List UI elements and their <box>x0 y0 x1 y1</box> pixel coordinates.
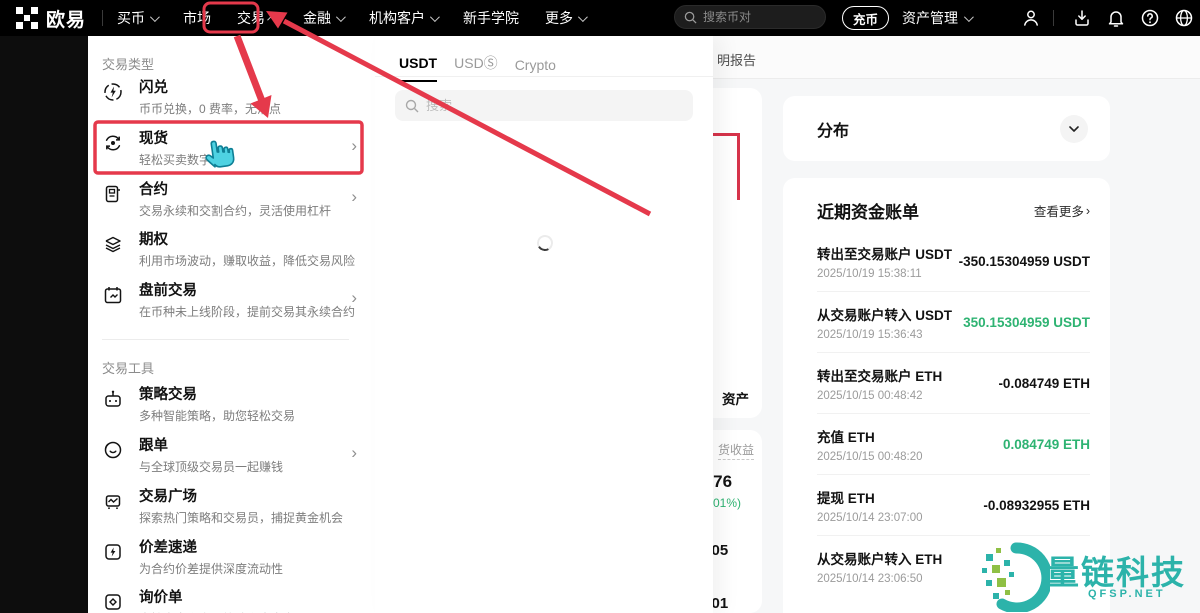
chevron-right-icon: › <box>351 291 357 305</box>
premarket-icon <box>102 284 124 306</box>
panel-search-field[interactable] <box>395 90 693 121</box>
menu-item-flash-swap[interactable]: 闪兑 币币兑换，0 费率，无滑点 <box>102 80 361 117</box>
menu-item-spot[interactable]: 现货 轻松买卖数字货币 › <box>102 131 361 168</box>
nav-divider <box>1053 10 1054 26</box>
nav-item-finance[interactable]: 金融 <box>303 8 343 28</box>
chevron-down-icon <box>1068 123 1080 135</box>
menu-section-title: 交易类型 <box>102 54 154 73</box>
nav-item-academy[interactable]: 新手学院 <box>463 8 519 28</box>
okx-brand[interactable]: 欧易 <box>16 5 86 32</box>
chevron-right-icon: › <box>351 446 357 460</box>
nav-item-trade[interactable]: 交易 <box>237 8 277 28</box>
chevron-down-icon <box>578 12 588 22</box>
top-navbar: 欧易 买币 市场 交易 金融 机构客户 新手学院 更多 充币 资产管理 <box>0 0 1200 36</box>
dimmed-left-area <box>0 36 88 613</box>
bill-row[interactable]: 从交易账户转入 ETH 2025/10/14 23:06:50 <box>817 536 1090 597</box>
spread-icon <box>102 541 124 563</box>
bill-row[interactable]: 提现 ETH 2025/10/14 23:07:00 -0.08932955 E… <box>817 475 1090 536</box>
bill-row[interactable]: 转出至交易账户 ETH 2025/10/15 00:48:42 -0.08474… <box>817 353 1090 414</box>
menu-item-strategy[interactable]: 策略交易 多种智能策略，助您轻松交易 <box>102 387 361 424</box>
recent-bills-card: 近期资金账单 查看更多 › 转出至交易账户 USDT 2025/10/19 15… <box>783 178 1110 613</box>
menu-item-options[interactable]: 期权 利用市场波动，赚取收益，降低交易风险 <box>102 232 361 269</box>
bills-title: 近期资金账单 <box>817 198 919 223</box>
plaza-icon <box>102 490 124 512</box>
deposit-button[interactable]: 充币 <box>842 6 889 30</box>
nav-item-markets[interactable]: 市场 <box>183 8 211 28</box>
chevron-down-icon <box>336 12 346 22</box>
chevron-down-icon <box>430 12 440 22</box>
chevron-down-icon <box>150 12 160 22</box>
tab-divider <box>375 76 713 77</box>
language-globe-icon[interactable] <box>1174 8 1194 28</box>
spot-icon <box>102 132 124 154</box>
chevron-down-icon <box>964 12 974 22</box>
tab-crypto[interactable]: Crypto <box>515 57 556 82</box>
nav-item-buy[interactable]: 买币 <box>117 8 157 28</box>
nav-item-institutions[interactable]: 机构客户 <box>369 8 437 28</box>
chevron-right-icon: › <box>1086 204 1090 218</box>
partial-yield-label: 货收益 <box>718 441 754 460</box>
distribution-card: 分布 <box>783 96 1110 161</box>
view-more-link[interactable]: 查看更多 › <box>1034 201 1090 220</box>
brand-name: 欧易 <box>46 5 86 32</box>
menu-divider <box>102 339 349 340</box>
help-icon[interactable] <box>1140 8 1160 28</box>
okx-page: 明报告 资产 货收益 9.76 (0.01%) 0.05 0.01 分布 近期资… <box>0 0 1200 613</box>
assets-menu[interactable]: 资产管理 <box>902 0 971 36</box>
search-icon <box>405 99 419 113</box>
menu-section-title: 交易工具 <box>102 358 154 377</box>
chevron-right-icon: › <box>351 139 357 153</box>
panel-search-input[interactable] <box>426 98 676 113</box>
menu-item-futures[interactable]: 合约 交易永续和交割合约，灵活使用杠杆 › <box>102 182 361 219</box>
menu-item-copy-trading[interactable]: 跟单 与全球顶级交易员一起赚钱 › <box>102 438 361 475</box>
partial-tab-label: 明报告 <box>717 50 756 69</box>
bill-row[interactable]: 从交易账户转入 USDT 2025/10/19 15:36:43 350.153… <box>817 292 1090 353</box>
options-icon <box>102 233 124 255</box>
okx-logo-icon <box>16 7 38 29</box>
tab-usdt[interactable]: USDT <box>399 55 437 82</box>
search-icon <box>684 11 697 24</box>
pair-search-input[interactable] <box>703 10 813 24</box>
download-app-icon[interactable] <box>1072 8 1092 28</box>
futures-icon <box>102 183 124 205</box>
pair-search-field[interactable] <box>674 5 826 29</box>
user-icon[interactable] <box>1021 8 1041 28</box>
bill-row[interactable]: 转出至交易账户 USDT 2025/10/19 15:38:11 -350.15… <box>817 231 1090 292</box>
distribution-expand-button[interactable] <box>1060 115 1088 143</box>
tab-usds[interactable]: USDⓈ <box>454 53 498 82</box>
menu-item-spread[interactable]: 价差速递 为合约价差提供深度流动性 <box>102 540 361 577</box>
menu-item-plaza[interactable]: 交易广场 探索热门策略和交易员，捕捉黄金机会 <box>102 489 361 526</box>
chevron-right-icon: › <box>351 190 357 204</box>
bill-row[interactable]: 充值 ETH 2025/10/15 00:48:20 0.084749 ETH <box>817 414 1090 475</box>
distribution-title: 分布 <box>817 117 849 141</box>
copy-trading-icon <box>102 439 124 461</box>
nav-divider <box>102 10 103 26</box>
notifications-bell-icon[interactable] <box>1106 8 1126 28</box>
partial-assets-label: 资产 <box>722 388 749 408</box>
strategy-bot-icon <box>102 388 124 410</box>
flash-swap-icon <box>102 81 124 103</box>
menu-item-premarket[interactable]: 盘前交易 在币种未上线阶段，提前交易其永续合约 › <box>102 283 361 320</box>
loading-spinner <box>535 233 555 253</box>
menu-item-rfq[interactable]: 询价单 支持自定义多腿策略和大宗交易 <box>102 590 361 613</box>
rfq-icon <box>102 591 124 613</box>
nav-item-more[interactable]: 更多 <box>545 8 585 28</box>
background-red-annotation <box>737 133 740 200</box>
currency-select-panel: USDT USDⓈ Crypto <box>375 36 713 613</box>
chevron-up-icon <box>267 14 277 24</box>
trade-mega-menu: 交易类型 闪兑 币币兑换，0 费率，无滑点 现货 轻松买卖数字货币 › 合约 交… <box>88 36 375 613</box>
